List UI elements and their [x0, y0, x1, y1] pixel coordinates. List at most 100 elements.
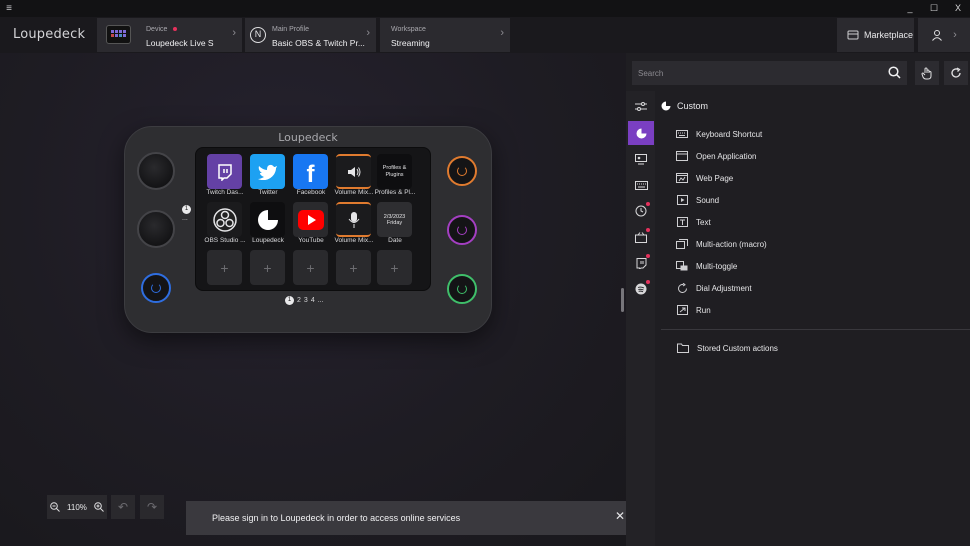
chevron-right-icon: › — [953, 29, 957, 41]
action-dial-adjustment[interactable]: Dial Adjustment — [676, 282, 752, 293]
dial-page-badge[interactable]: 1 — [182, 205, 191, 214]
loupedeck-icon — [661, 101, 671, 111]
text-icon — [676, 217, 688, 227]
action-multi-toggle[interactable]: Multi-toggle — [676, 261, 737, 271]
notification-dot — [646, 228, 650, 232]
device-name: Loupedeck Live S — [146, 38, 214, 48]
action-label: Run — [696, 305, 711, 315]
empty-key[interactable]: + — [336, 250, 371, 285]
dial-icon — [676, 282, 688, 293]
account-button[interactable]: › — [918, 18, 970, 52]
search-icon[interactable] — [888, 66, 901, 79]
key-loupedeck[interactable] — [250, 202, 285, 237]
rail-item-custom[interactable] — [628, 121, 654, 145]
chevron-right-icon: › — [232, 27, 236, 39]
sliders-icon — [635, 102, 647, 111]
key-volume-mixer-mic[interactable] — [336, 202, 371, 237]
rail-item-adjustments[interactable] — [628, 95, 654, 119]
touch-screen: Twitch Das... Twitter f Facebook Volume … — [195, 147, 431, 291]
device-caption: Device — [146, 26, 178, 33]
youtube-icon — [297, 209, 324, 230]
profile-icon: N — [250, 27, 266, 43]
key-volume-mixer[interactable] — [336, 154, 371, 189]
dial-bottom-left[interactable] — [137, 210, 175, 248]
action-label: Open Application — [696, 151, 757, 161]
action-sound[interactable]: Sound — [676, 195, 719, 205]
device-selector[interactable]: Device Loupedeck Live S › — [97, 18, 242, 52]
rail-item-keyboard[interactable] — [628, 173, 654, 197]
stored-custom-actions-folder[interactable]: Stored Custom actions — [677, 343, 778, 353]
action-web-page[interactable]: Web Page — [676, 173, 733, 183]
action-label: Keyboard Shortcut — [696, 129, 763, 139]
hand-icon — [921, 66, 932, 79]
zoom-control: 110% — [47, 495, 107, 519]
action-text[interactable]: Text — [676, 217, 711, 227]
dial-page-more[interactable]: ... — [182, 215, 188, 222]
action-label: Multi-toggle — [696, 261, 738, 271]
zoom-in-icon[interactable] — [93, 502, 104, 512]
title-bar: ≡ _ ☐ X — [0, 0, 970, 17]
device-thumbnail-icon — [106, 25, 131, 44]
canvas-scrollbar[interactable] — [621, 288, 624, 312]
zoom-out-icon[interactable] — [50, 502, 61, 512]
page-3-button[interactable]: 3 — [304, 297, 308, 304]
key-label: Date — [388, 237, 402, 244]
action-multi-action[interactable]: Multi-action (macro) — [676, 239, 767, 249]
touch-filter-button[interactable] — [915, 61, 939, 85]
marketplace-button[interactable]: Marketplace — [837, 18, 914, 52]
key-twitch[interactable] — [207, 154, 242, 189]
refresh-button[interactable] — [944, 61, 968, 85]
run-icon — [676, 305, 688, 315]
keyboard-icon — [676, 129, 688, 139]
maximize-button[interactable]: ☐ — [922, 3, 946, 14]
workspace-name: Streaming — [391, 38, 430, 48]
profile-selector[interactable]: N Main Profile Basic OBS & Twitch Pr... … — [245, 18, 376, 52]
close-window-button[interactable]: X — [946, 3, 970, 14]
workspace-selector[interactable]: Workspace Streaming › — [380, 18, 510, 52]
page-4-button[interactable]: 4 — [311, 297, 315, 304]
close-icon[interactable]: ✕ — [615, 509, 625, 523]
search-input[interactable] — [638, 68, 878, 78]
key-profiles-plugins[interactable]: Profiles & Plugins — [377, 154, 412, 189]
screen-icon — [635, 153, 647, 164]
hamburger-menu-icon[interactable]: ≡ — [0, 3, 18, 14]
rail-item-obs[interactable] — [628, 147, 654, 171]
key-obs[interactable] — [207, 202, 242, 237]
empty-key[interactable]: + — [293, 250, 328, 285]
rail-item-clock[interactable] — [628, 199, 654, 223]
action-keyboard-shortcut[interactable]: Keyboard Shortcut — [676, 129, 762, 139]
rail-item-spotify[interactable] — [628, 277, 654, 301]
empty-key[interactable]: + — [250, 250, 285, 285]
top-bar: Loupedeck Device Loupedeck Live S › N Ma… — [0, 17, 970, 53]
page-selector: 1 2 3 4 ... — [285, 296, 324, 305]
action-run[interactable]: Run — [676, 305, 711, 315]
key-facebook[interactable]: f — [293, 154, 328, 189]
more-pages-button[interactable]: ... — [318, 297, 324, 304]
action-open-application[interactable]: Open Application — [676, 151, 757, 161]
page-2-button[interactable]: 2 — [297, 297, 301, 304]
key-youtube[interactable] — [293, 202, 328, 237]
folder-label: Stored Custom actions — [697, 343, 778, 353]
rail-item-twitch[interactable] — [628, 251, 654, 275]
rail-item-plugin[interactable] — [628, 225, 654, 249]
undo-icon[interactable]: ↶ — [111, 495, 135, 519]
clock-icon — [635, 205, 647, 217]
round-button-green[interactable] — [447, 274, 477, 304]
refresh-icon — [951, 67, 961, 78]
workspace-caption: Workspace — [391, 26, 426, 33]
zoom-level: 110% — [67, 502, 87, 512]
page-1-button[interactable]: 1 — [285, 296, 294, 305]
user-icon — [932, 30, 943, 41]
minimize-button[interactable]: _ — [898, 3, 922, 14]
redo-icon[interactable]: ↷ — [140, 495, 164, 519]
empty-key[interactable]: + — [207, 250, 242, 285]
empty-key[interactable]: + — [377, 250, 412, 285]
twitch-icon — [636, 257, 646, 269]
key-date[interactable]: 2/3/2023 Friday — [377, 202, 412, 237]
round-button-blue[interactable] — [141, 273, 171, 303]
round-button-purple[interactable] — [447, 215, 477, 245]
dial-top-left[interactable] — [137, 152, 175, 190]
device-canvas: Loupedeck 1 ... Twitch Das... Twitter f … — [0, 53, 626, 546]
round-button-orange[interactable] — [447, 156, 477, 186]
key-twitter[interactable] — [250, 154, 285, 189]
